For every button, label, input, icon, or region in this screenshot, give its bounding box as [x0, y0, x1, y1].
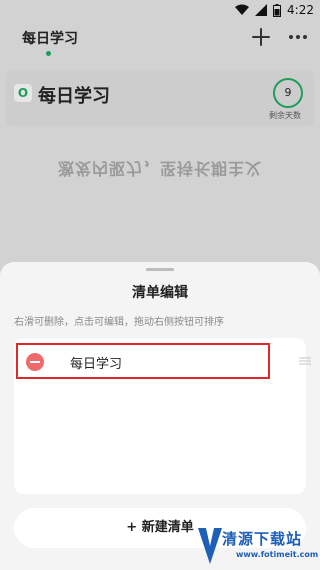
status-time: 4:22 [287, 3, 314, 17]
days-remaining-count: 9 [273, 78, 303, 108]
days-remaining-label: 剩余天数 [269, 111, 301, 120]
list-item-label: 每日学习 [70, 357, 123, 372]
list-card[interactable]: O 每日学习 9 剩余天数 [6, 70, 314, 126]
sheet-grabber[interactable] [146, 268, 174, 271]
sheet-title: 清单编辑 [132, 285, 188, 301]
sheet-hint: 右滑可删除，点击可编辑，拖动右侧按钮可排序 [14, 317, 224, 328]
watermark-title: 清源下载站 [222, 530, 303, 548]
list-badge: O [14, 84, 32, 102]
tab-daily-study[interactable]: 每日学习 [22, 28, 78, 48]
app-bar: 每日学习 [0, 20, 320, 64]
watermark-url: www.fotimeit.com [236, 550, 319, 559]
wifi-icon [235, 4, 250, 15]
watermark-logo-icon [198, 528, 222, 564]
motto-text: 激发内驱力，坚持长期主义 [57, 159, 262, 178]
drag-handle-icon[interactable] [298, 356, 312, 366]
list-items-box: 每日学习 [14, 338, 306, 494]
minus-circle-icon[interactable] [26, 353, 44, 371]
list-card-title: 每日学习 [38, 86, 110, 107]
plus-icon[interactable] [250, 26, 272, 48]
watermark: 清源下载站 www.fotimeit.com [196, 524, 320, 570]
signal-icon [255, 4, 268, 16]
active-tab-indicator [46, 51, 51, 56]
list-item[interactable]: 每日学习 [16, 343, 270, 379]
more-icon[interactable] [287, 26, 309, 48]
status-bar: 4:22 [0, 0, 320, 20]
battery-icon [273, 3, 282, 17]
